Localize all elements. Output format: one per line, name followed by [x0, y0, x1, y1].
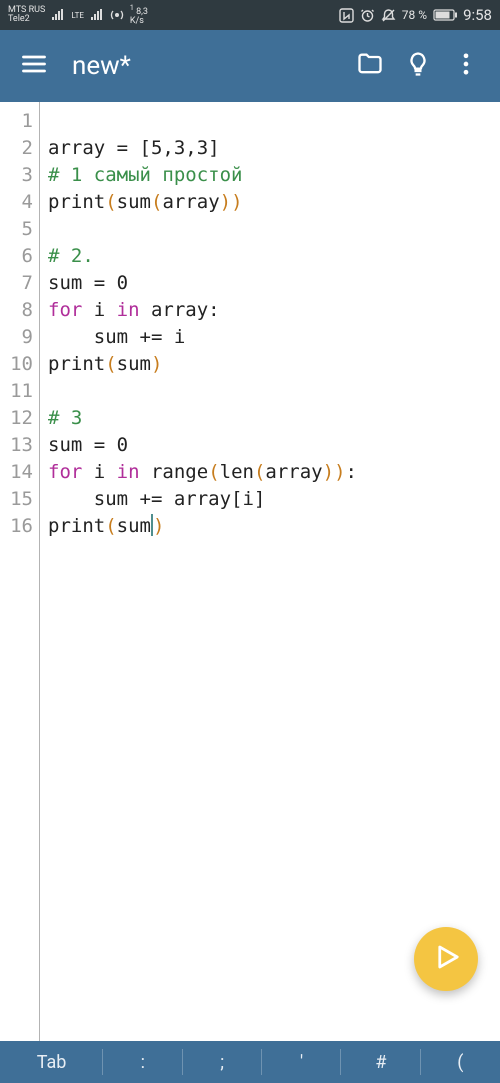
key-'[interactable]: ' — [262, 1041, 341, 1083]
code-line[interactable]: sum += i — [48, 324, 500, 351]
code-line[interactable]: # 3 — [48, 405, 500, 432]
code-line[interactable] — [48, 108, 500, 135]
line-gutter: 12345678910111213141516 — [0, 102, 40, 1041]
run-button[interactable] — [414, 927, 478, 991]
key-;[interactable]: ; — [183, 1041, 262, 1083]
folder-icon — [356, 50, 384, 82]
signal-icon — [51, 9, 65, 21]
play-icon — [431, 942, 461, 976]
net-speed: 1 8,3 K/s — [130, 5, 148, 26]
key-:[interactable]: : — [103, 1041, 182, 1083]
line-number: 10 — [0, 351, 33, 378]
code-line[interactable]: # 2. — [48, 243, 500, 270]
line-number: 11 — [0, 378, 33, 405]
menu-icon — [20, 50, 48, 82]
code-line[interactable]: array = [5,3,3] — [48, 135, 500, 162]
line-number: 16 — [0, 513, 33, 540]
line-number: 13 — [0, 432, 33, 459]
line-number: 1 — [0, 108, 33, 135]
line-number: 9 — [0, 324, 33, 351]
code-line[interactable] — [48, 378, 500, 405]
code-line[interactable]: sum = 0 — [48, 270, 500, 297]
alarm-icon — [360, 8, 375, 23]
code-line[interactable]: # 1 самый простой — [48, 162, 500, 189]
status-right: 78 % 9:58 — [339, 6, 492, 24]
key-#[interactable]: # — [341, 1041, 420, 1083]
more-button[interactable] — [442, 42, 490, 90]
line-number: 14 — [0, 459, 33, 486]
app-toolbar: new* — [0, 30, 500, 102]
line-number: 6 — [0, 243, 33, 270]
lte-label: LTE — [71, 11, 84, 20]
bulb-icon — [404, 50, 432, 82]
code-line[interactable]: print(sum) — [48, 351, 500, 378]
line-number: 3 — [0, 162, 33, 189]
more-vert-icon — [452, 50, 480, 82]
code-line[interactable]: for i in array: — [48, 297, 500, 324]
line-number: 12 — [0, 405, 33, 432]
line-number: 2 — [0, 135, 33, 162]
hints-button[interactable] — [394, 42, 442, 90]
menu-button[interactable] — [10, 42, 58, 90]
carrier-bot: Tele2 — [8, 15, 45, 24]
code-line[interactable]: sum += array[i] — [48, 486, 500, 513]
nfc-icon — [339, 8, 354, 23]
code-line[interactable]: for i in range(len(array)): — [48, 459, 500, 486]
code-line[interactable]: print(sum) — [48, 513, 500, 540]
key-tab[interactable]: Tab — [0, 1041, 103, 1083]
battery-icon — [433, 9, 457, 21]
signal-icon — [90, 9, 104, 21]
battery-percent: 78 % — [402, 8, 427, 22]
line-number: 5 — [0, 216, 33, 243]
line-number: 8 — [0, 297, 33, 324]
key-([interactable]: ( — [421, 1041, 500, 1083]
code-line[interactable]: sum = 0 — [48, 432, 500, 459]
hotspot-icon — [110, 8, 124, 22]
code-line[interactable]: print(sum(array)) — [48, 189, 500, 216]
file-title: new* — [72, 51, 131, 81]
silent-icon — [381, 8, 396, 23]
code-area[interactable]: array = [5,3,3]# 1 самый простойprint(su… — [40, 102, 500, 1041]
line-number: 15 — [0, 486, 33, 513]
open-folder-button[interactable] — [346, 42, 394, 90]
line-number: 7 — [0, 270, 33, 297]
status-left: MTS RUS Tele2 LTE 1 8,3 K/s — [8, 5, 148, 26]
code-editor[interactable]: 12345678910111213141516 array = [5,3,3]#… — [0, 102, 500, 1041]
carrier-label: MTS RUS Tele2 — [8, 6, 45, 24]
code-line[interactable] — [48, 216, 500, 243]
extra-key-bar: Tab:;'#( — [0, 1041, 500, 1083]
status-bar: MTS RUS Tele2 LTE 1 8,3 K/s — [0, 0, 500, 30]
line-number: 4 — [0, 189, 33, 216]
clock: 9:58 — [463, 6, 492, 24]
